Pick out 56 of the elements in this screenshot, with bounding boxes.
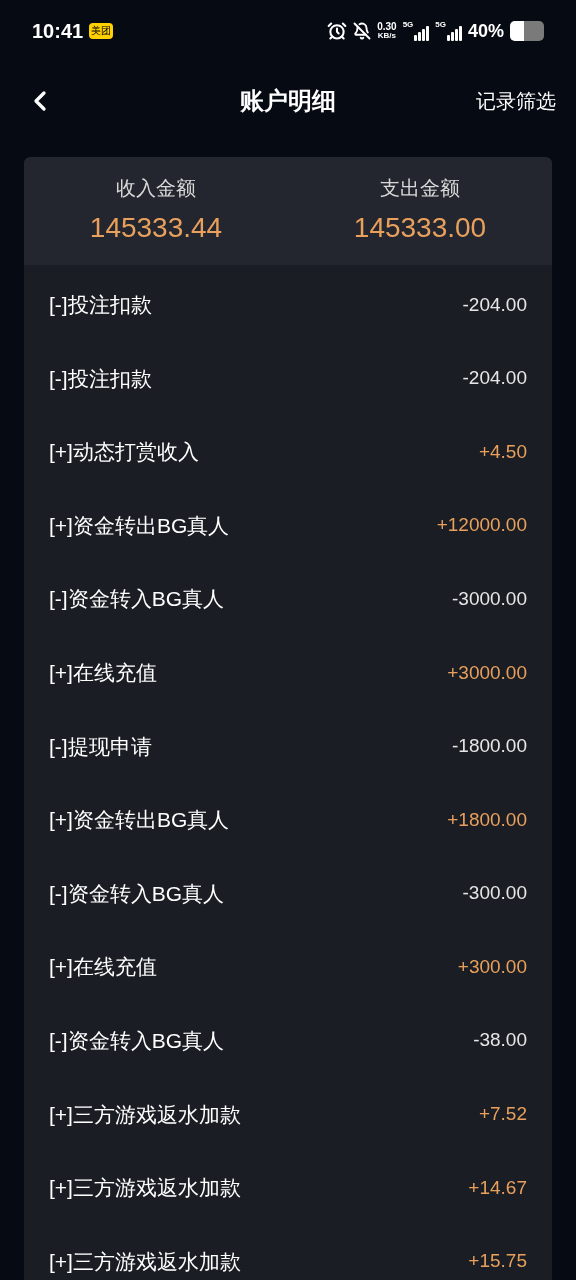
record-row[interactable]: [+]三方游戏返水加款 +7.52 — [24, 1077, 552, 1152]
record-amount: -1800.00 — [452, 734, 527, 759]
record-amount: +7.52 — [478, 1102, 527, 1127]
battery-icon — [510, 21, 544, 41]
record-title: [+]在线充值 — [49, 954, 157, 981]
record-row[interactable]: [-]资金转入BG真人 -3000.00 — [24, 562, 552, 636]
record-row[interactable]: [-]投注扣款 -204.00 — [24, 268, 552, 342]
record-row[interactable]: [-]投注扣款 -204.00 — [24, 341, 552, 416]
record-amount: +15.75 — [468, 1249, 527, 1274]
record-title: [-]资金转入BG真人 — [49, 1028, 224, 1054]
alarm-icon — [327, 21, 348, 41]
filter-button[interactable]: 记录筛选 — [476, 86, 556, 116]
record-title: [+]动态打赏收入 — [49, 439, 199, 466]
record-title: [+]三方游戏返水加款 — [49, 1175, 241, 1202]
record-amount: +12000.00 — [436, 513, 527, 538]
record-row[interactable]: [+]资金转出BG真人 +1800.00 — [24, 783, 552, 857]
page-title: 账户明细 — [240, 86, 336, 116]
record-title: [-]投注扣款 — [49, 365, 152, 392]
record-row[interactable]: [+]动态打赏收入 +4.50 — [24, 415, 552, 489]
record-title: [+]资金转出BG真人 — [49, 807, 230, 834]
record-title: [+]三方游戏返水加款 — [49, 1101, 241, 1128]
record-row[interactable]: [+]三方游戏返水加款 +15.75 — [24, 1224, 552, 1280]
record-title: [+]三方游戏返水加款 — [49, 1248, 241, 1275]
record-amount: -204.00 — [462, 366, 527, 391]
record-amount: +1800.00 — [447, 807, 527, 832]
bell-off-icon — [353, 22, 372, 40]
summary-label: 支出金额 — [380, 176, 460, 201]
record-amount: +3000.00 — [447, 660, 527, 685]
summary-amount: 145333.00 — [353, 211, 487, 245]
record-row[interactable]: [-]提现申请 -1800.00 — [24, 709, 552, 784]
record-amount: -300.00 — [462, 881, 527, 906]
record-row[interactable]: [+]在线充值 +300.00 — [24, 930, 552, 1004]
record-title: [-]提现申请 — [49, 733, 152, 760]
record-row[interactable]: [-]资金转入BG真人 -300.00 — [24, 856, 552, 931]
record-title: [+]在线充值 — [49, 660, 157, 686]
net-speed: 0.30 — [377, 22, 397, 32]
record-row[interactable]: [-]资金转入BG真人 -38.00 — [24, 1003, 552, 1078]
record-row[interactable]: [+]资金转出BG真人 +12000.00 — [24, 488, 552, 563]
app-badge-icon: 美团 — [89, 23, 114, 39]
record-title: [-]资金转入BG真人 — [49, 586, 224, 613]
record-row[interactable]: [+]在线充值 +3000.00 — [24, 635, 552, 710]
record-title: [+]资金转出BG真人 — [49, 512, 230, 539]
record-amount: -204.00 — [462, 292, 527, 317]
net-unit: KB/s — [377, 32, 396, 40]
record-title: [-]资金转入BG真人 — [49, 880, 224, 907]
record-amount: -3000.00 — [452, 586, 527, 611]
record-row[interactable]: [+]三方游戏返水加款 +14.67 — [24, 1151, 552, 1225]
record-title: [-]投注扣款 — [49, 292, 152, 319]
status-time: 10:41 — [32, 19, 84, 44]
record-amount: -38.00 — [473, 1028, 527, 1053]
battery-percent: 40% — [467, 19, 504, 43]
record-amount: +4.50 — [478, 439, 527, 464]
record-amount: +300.00 — [457, 954, 527, 979]
summary-label: 收入金额 — [116, 176, 196, 201]
record-amount: +14.67 — [468, 1175, 527, 1200]
summary-amount: 145333.44 — [89, 211, 223, 245]
